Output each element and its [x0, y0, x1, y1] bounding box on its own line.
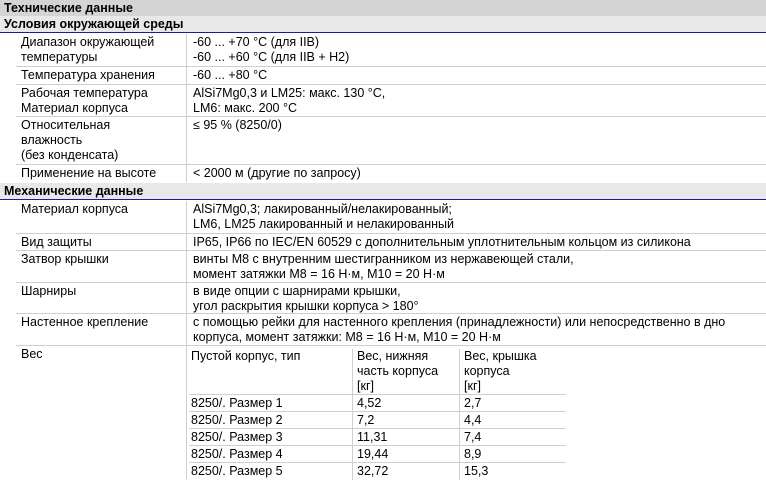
- spec-label: Рабочая температура Материал корпуса: [21, 86, 148, 115]
- spec-label: Вид защиты: [21, 235, 92, 249]
- row-divider: [16, 282, 766, 283]
- table-header-cover-weight: Вес, крышка корпуса [кг]: [464, 349, 537, 393]
- spec-label: Шарниры: [21, 284, 77, 298]
- table-row-divider: [189, 394, 566, 395]
- spec-label: Применение на высоте: [21, 166, 157, 180]
- row-divider: [16, 250, 766, 251]
- table-row-divider: [189, 445, 566, 446]
- table-column-divider: [352, 349, 353, 480]
- spec-value: < 2000 м (другие по запросу): [193, 166, 361, 180]
- spec-label: Температура хранения: [21, 68, 155, 82]
- row-divider: [16, 233, 766, 234]
- row-divider: [16, 84, 766, 85]
- table-row-divider: [189, 428, 566, 429]
- spec-label: Диапазон окружающей температуры: [21, 35, 155, 64]
- row-divider: [16, 116, 766, 117]
- section-header-environment: Условия окружающей среды: [0, 16, 766, 33]
- spec-value: ≤ 95 % (8250/0): [193, 118, 282, 132]
- row-divider: [16, 345, 766, 346]
- row-divider: [16, 164, 766, 165]
- column-divider: [186, 201, 187, 480]
- spec-label: Вес: [21, 347, 43, 361]
- table-row-divider: [189, 462, 566, 463]
- spec-label: Материал корпуса: [21, 202, 129, 216]
- spec-value: винты M8 с внутренним шестигранником из …: [193, 252, 574, 281]
- column-divider: [186, 34, 187, 182]
- row-divider: [16, 66, 766, 67]
- spec-value: в виде опции с шарнирами крышки, угол ра…: [193, 284, 419, 313]
- spec-value: AlSi7Mg0,3; лакированный/нелакированный;…: [193, 202, 455, 231]
- spec-value: -60 ... +80 °C: [193, 68, 268, 82]
- section-header-mechanical: Механические данные: [0, 183, 766, 200]
- page-title: Технические данные: [0, 0, 766, 16]
- spec-value: -60 ... +70 °C (для IIB) -60 ... +60 °C …: [193, 35, 350, 64]
- spec-value: с помощью рейки для настенного крепления…: [193, 315, 726, 344]
- table-column-divider: [459, 349, 460, 480]
- spec-value: IP65, IP66 по IEC/EN 60529 с дополнитель…: [193, 235, 691, 249]
- table-header-type: Пустой корпус, тип: [191, 349, 301, 363]
- spec-label: Затвор крышки: [21, 252, 109, 266]
- table-row-divider: [189, 411, 566, 412]
- spec-label: Настенное крепление: [21, 315, 149, 329]
- row-divider: [16, 313, 766, 314]
- table-header-bottom-weight: Вес, нижняя часть корпуса [кг]: [357, 349, 439, 393]
- spec-label: Относительная влажность (без конденсата): [21, 118, 119, 162]
- spec-value: AlSi7Mg0,3 и LM25: макс. 130 °C, LM6: ма…: [193, 86, 386, 115]
